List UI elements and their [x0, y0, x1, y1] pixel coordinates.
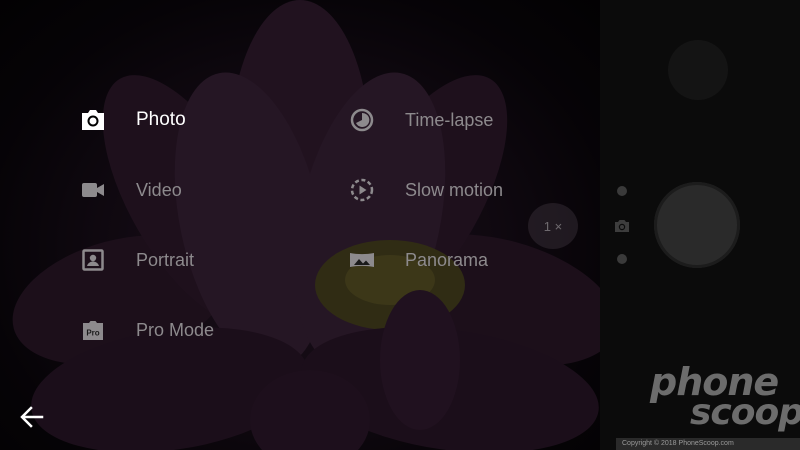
mode-video[interactable]: Video — [80, 175, 182, 205]
indicator-dot-bottom — [617, 254, 627, 264]
zoom-level-label: 1 × — [543, 218, 563, 234]
camera-icon — [80, 107, 106, 133]
viewfinder-dim-overlay — [0, 0, 600, 450]
viewfinder — [0, 0, 600, 450]
mode-photo[interactable]: Photo — [80, 105, 186, 135]
mode-time-lapse-label: Time-lapse — [405, 109, 494, 130]
panorama-icon — [349, 247, 375, 273]
mode-pro[interactable]: Pro Pro Mode — [80, 315, 214, 345]
mode-slow-motion-label: Slow motion — [405, 179, 504, 200]
mode-video-label: Video — [136, 179, 182, 200]
mode-photo-label: Photo — [136, 109, 186, 130]
back-arrow-icon — [20, 406, 44, 428]
pro-icon: Pro — [80, 317, 106, 343]
camera-mode-indicator-icon — [612, 216, 632, 236]
mode-panorama[interactable]: Panorama — [349, 245, 488, 275]
mode-time-lapse[interactable]: Time-lapse — [349, 105, 493, 135]
mode-pro-label: Pro Mode — [136, 319, 215, 340]
watermark-line2: scoop — [690, 392, 800, 433]
mode-portrait[interactable]: Portrait — [80, 245, 194, 275]
gallery-thumbnail-button[interactable] — [668, 40, 728, 100]
slow-motion-icon — [349, 177, 375, 203]
zoom-level-button[interactable]: 1 × — [528, 203, 578, 249]
camera-screen: 1 × Photo Video Portrait Pro Pro Mode Ti… — [0, 0, 800, 450]
pro-badge-text: Pro — [86, 329, 99, 338]
mode-portrait-label: Portrait — [136, 249, 195, 270]
watermark-copyright: Copyright © 2018 PhoneScoop.com — [616, 438, 800, 450]
back-button[interactable] — [18, 404, 46, 430]
shutter-button[interactable] — [654, 182, 740, 268]
indicator-dot-top — [617, 186, 627, 196]
mode-slow-motion[interactable]: Slow motion — [349, 175, 503, 205]
portrait-icon — [80, 247, 106, 273]
video-camera-icon — [80, 177, 106, 203]
mode-panorama-label: Panorama — [405, 249, 489, 270]
time-lapse-icon — [349, 107, 375, 133]
